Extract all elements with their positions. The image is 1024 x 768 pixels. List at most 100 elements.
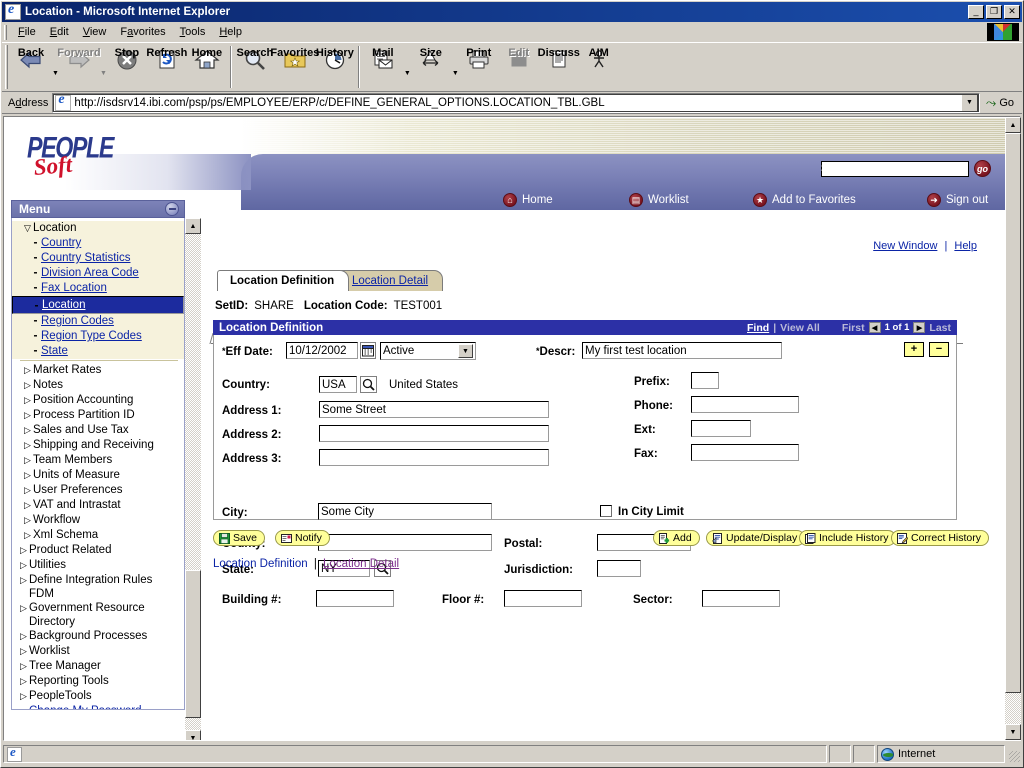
menu-item-link[interactable]: Country — [41, 237, 81, 249]
minus-circle-icon[interactable] — [165, 202, 179, 216]
menu-item-units-of-measure[interactable]: ▷Units of Measure — [12, 468, 184, 483]
back-button[interactable]: Back — [11, 45, 51, 91]
menu-item-link[interactable]: Division Area Code — [41, 267, 139, 279]
menu-item-country[interactable]: -Country — [12, 236, 184, 251]
previous-row-button[interactable]: ◀ — [869, 322, 881, 333]
menu-view[interactable]: View — [76, 24, 114, 40]
sector-input[interactable] — [702, 590, 780, 607]
menu-item-process-partition-id[interactable]: ▷Process Partition ID — [12, 408, 184, 423]
size-dropdown-icon[interactable]: ▼ — [452, 70, 459, 77]
menu-item-product-related[interactable]: ▷Product Related — [12, 543, 184, 558]
menu-tools[interactable]: Tools — [173, 24, 213, 40]
calendar-icon[interactable] — [360, 342, 376, 359]
building-input[interactable] — [316, 590, 394, 607]
chevron-right-icon[interactable]: ▷ — [18, 543, 29, 557]
menu-item-vat-and-intrastat[interactable]: ▷VAT and Intrastat — [12, 498, 184, 513]
resize-grip[interactable] — [1007, 745, 1021, 763]
menu-edit[interactable]: Edit — [43, 24, 76, 40]
nav-sign-out[interactable]: ➜ Sign out — [927, 193, 988, 207]
menu-item-market-rates[interactable]: ▷Market Rates — [12, 363, 184, 378]
menu-item-sales-and-use-tax[interactable]: ▷Sales and Use Tax — [12, 423, 184, 438]
menu-item-region-codes[interactable]: -Region Codes — [12, 314, 184, 329]
menu-item-xml-schema[interactable]: ▷Xml Schema — [12, 528, 184, 543]
menu-item-link[interactable]: Region Type Codes — [41, 330, 142, 342]
menu-favorites[interactable]: Favorites — [113, 24, 172, 40]
mail-button[interactable]: Mail — [363, 45, 403, 91]
update-display-button[interactable]: Update/Display — [706, 530, 805, 546]
portal-search-go-button[interactable]: go — [974, 160, 991, 177]
size-button[interactable]: Size — [411, 45, 451, 91]
menu-item-link[interactable]: State — [41, 345, 68, 357]
descr-input[interactable] — [582, 342, 782, 359]
leaf-dash-icon[interactable]: - — [18, 704, 29, 710]
menu-item-country-statistics[interactable]: -Country Statistics — [12, 251, 184, 266]
include-history-button[interactable]: Include History — [799, 530, 896, 546]
maximize-button[interactable]: ❐ — [986, 5, 1002, 19]
print-button[interactable]: Print — [459, 45, 499, 91]
tab-location-detail-label[interactable]: Location Detail — [352, 275, 428, 287]
menu-item-define-integration-rules-fdm[interactable]: ▷Define Integration Rules FDM — [12, 573, 184, 601]
chevron-right-icon[interactable]: ▷ — [22, 468, 33, 482]
address2-input[interactable] — [319, 425, 549, 442]
peoplesoft-logo[interactable]: PEOPLE Soft — [27, 134, 147, 184]
menu-scroll-thumb[interactable] — [185, 570, 201, 718]
tab-location-detail[interactable]: Location Detail — [339, 270, 443, 291]
country-magnifier-icon[interactable] — [360, 376, 377, 393]
leaf-dash-icon[interactable]: - — [30, 281, 41, 294]
eff-date-input[interactable] — [286, 342, 358, 359]
prefix-input[interactable] — [691, 372, 719, 389]
chevron-right-icon[interactable]: ▷ — [22, 513, 33, 527]
ext-input[interactable] — [691, 420, 751, 437]
menu-item-team-members[interactable]: ▷Team Members — [12, 453, 184, 468]
address3-input[interactable] — [319, 449, 549, 466]
menu-help[interactable]: Help — [212, 24, 249, 40]
leaf-dash-icon[interactable]: - — [31, 299, 42, 312]
chevron-right-icon[interactable]: ▷ — [18, 573, 29, 587]
menu-item-background-processes[interactable]: ▷Background Processes — [12, 629, 184, 644]
add-button[interactable]: Add — [653, 530, 700, 546]
leaf-dash-icon[interactable]: - — [30, 266, 41, 279]
nav-add-to-favorites[interactable]: ★ Add to Favorites — [753, 193, 856, 207]
menu-scroll-up-button[interactable]: ▲ — [185, 218, 201, 234]
leaf-dash-icon[interactable]: - — [30, 344, 41, 357]
chevron-right-icon[interactable]: ▷ — [22, 453, 33, 467]
add-row-button[interactable]: + — [904, 342, 924, 357]
menu-file[interactable]: File — [11, 24, 43, 40]
in-city-limit-checkbox[interactable] — [600, 505, 612, 517]
menu-item-workflow[interactable]: ▷Workflow — [12, 513, 184, 528]
chevron-right-icon[interactable]: ▷ — [18, 659, 29, 673]
favorites-button[interactable]: Favorites — [275, 45, 315, 91]
chevron-right-icon[interactable]: ▷ — [22, 423, 33, 437]
page-scroll-down-button[interactable]: ▼ — [1005, 724, 1021, 740]
menu-item-link[interactable]: Region Codes — [41, 315, 114, 327]
footer-link-location-definition[interactable]: Location Definition — [213, 558, 308, 570]
chevron-right-icon[interactable]: ▷ — [22, 408, 33, 422]
menu-item-position-accounting[interactable]: ▷Position Accounting — [12, 393, 184, 408]
chevron-right-icon[interactable]: ▷ — [22, 498, 33, 512]
menu-item-user-preferences[interactable]: ▷User Preferences — [12, 483, 184, 498]
save-button[interactable]: Save — [213, 530, 265, 546]
refresh-button[interactable]: Refresh — [147, 45, 187, 91]
menu-item-link[interactable]: Change My Password — [29, 705, 142, 710]
history-button[interactable]: History — [315, 45, 355, 91]
discuss-button[interactable]: Discuss — [539, 45, 579, 91]
page-scrollbar[interactable]: ▲ ▼ — [1005, 117, 1021, 740]
search-button[interactable]: Search — [235, 45, 275, 91]
address1-input[interactable] — [319, 401, 549, 418]
menu-item-link[interactable]: Fax Location — [41, 282, 107, 294]
back-dropdown-icon[interactable]: ▼ — [52, 70, 59, 77]
chevron-right-icon[interactable]: ▷ — [18, 629, 29, 643]
menu-item-location[interactable]: ▽Location — [12, 221, 184, 236]
help-link[interactable]: Help — [954, 240, 977, 252]
menu-item-region-type-codes[interactable]: -Region Type Codes — [12, 329, 184, 344]
view-all-link[interactable]: View All — [780, 322, 820, 334]
footer-link-location-detail[interactable]: Location Detail — [323, 558, 399, 570]
correct-history-button[interactable]: Correct History — [891, 530, 989, 546]
find-link[interactable]: Find — [747, 322, 769, 334]
country-input[interactable] — [319, 376, 357, 393]
menu-item-state[interactable]: -State — [12, 344, 184, 359]
close-button[interactable]: ✕ — [1004, 5, 1020, 19]
minimize-button[interactable]: _ — [968, 5, 984, 19]
status-dropdown[interactable]: Active ▼ — [380, 342, 476, 360]
chevron-right-icon[interactable]: ▷ — [22, 483, 33, 497]
